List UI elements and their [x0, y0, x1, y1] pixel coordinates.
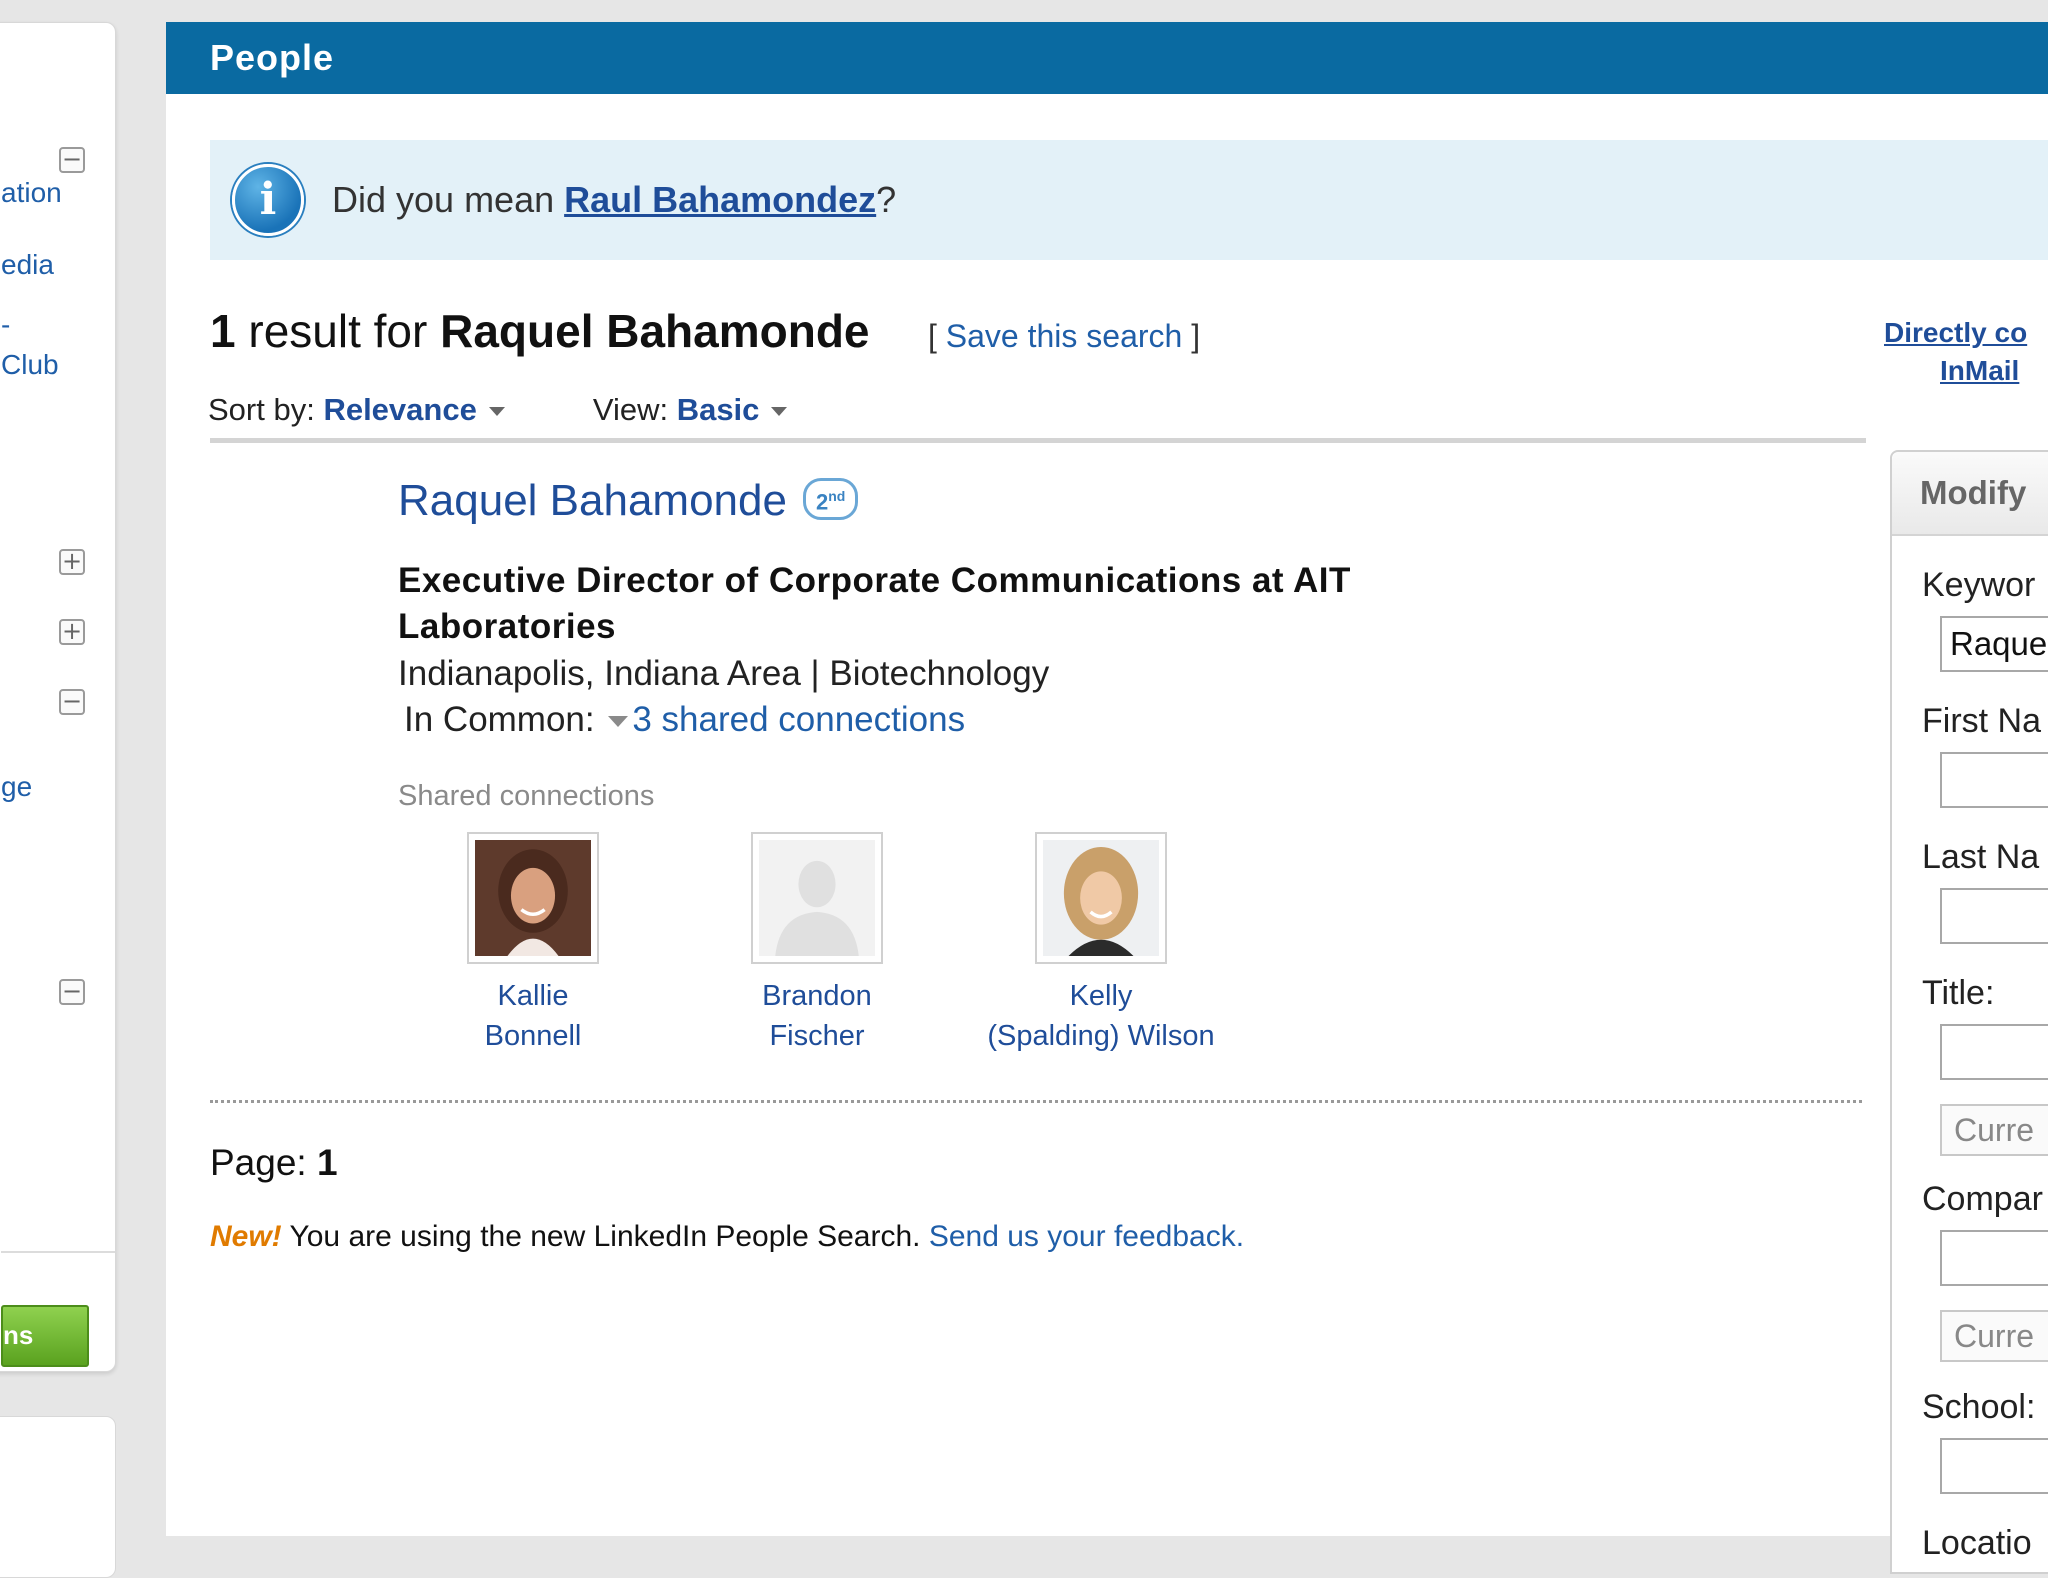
collapse-toggle-icon[interactable]: − [59, 979, 85, 1005]
page-header: People [166, 22, 2048, 94]
view-dropdown[interactable]: Basic [677, 392, 760, 427]
divider [210, 1100, 1862, 1103]
shared-connections-link[interactable]: 3 shared connections [632, 700, 965, 739]
chevron-down-icon[interactable] [488, 407, 505, 417]
modify-search-panel: Modify Keywor First Na Last Na Title: Cu… [1890, 450, 2048, 1574]
avatar[interactable] [751, 832, 883, 964]
keywords-input[interactable] [1940, 616, 2048, 672]
title-input[interactable] [1940, 1024, 2048, 1080]
connection-name-link[interactable]: Kelly (Spalding) Wilson [986, 976, 1216, 1056]
save-search: [ Save this search ] [928, 318, 1201, 354]
collapse-toggle-icon[interactable]: − [59, 147, 85, 173]
sidebar-link-2[interactable]: edia [1, 245, 54, 285]
first-name-input[interactable] [1940, 752, 2048, 808]
avatar[interactable] [1035, 832, 1167, 964]
result-summary: 1 result for Raquel Bahamonde [210, 305, 870, 357]
inmail-link[interactable]: Directly co [1884, 317, 2027, 348]
chevron-down-icon[interactable] [608, 716, 629, 728]
degree-badge: 2nd [802, 477, 859, 520]
new-badge: New! [210, 1220, 282, 1253]
expand-toggle-icon[interactable]: + [59, 619, 85, 645]
school-label: School: [1922, 1388, 2036, 1426]
did-you-mean-text: Did you mean Raul Bahamondez? [332, 179, 897, 220]
sidebar-link-4[interactable]: Club [1, 345, 59, 385]
info-icon: i [232, 164, 304, 236]
current-page: 1 [316, 1142, 338, 1183]
company-scope-select[interactable]: Curre [1940, 1310, 2048, 1362]
save-search-link[interactable]: Save this search [946, 318, 1183, 354]
did-you-mean-banner: i Did you mean Raul Bahamondez? [210, 140, 2048, 260]
person-location: Indianapolis, Indiana Area | Biotechnolo… [398, 654, 1050, 693]
person-name-link[interactable]: Raquel Bahamonde [398, 476, 787, 525]
main-panel: People i Did you mean Raul Bahamondez? 1… [166, 22, 2048, 1574]
title-scope-select[interactable]: Curre [1940, 1104, 2048, 1156]
avatar[interactable] [467, 832, 599, 964]
sidebar-link-1[interactable]: ation [1, 173, 62, 213]
sidebar-link-3[interactable]: - [1, 305, 10, 345]
location-label: Locatio [1922, 1524, 2032, 1562]
company-label: Compar [1922, 1180, 2043, 1218]
inmail-link-line2[interactable]: InMail [1940, 355, 2019, 386]
shared-connection-card[interactable]: Kallie Bonnell [418, 832, 648, 1056]
connection-name-link[interactable]: Brandon Fischer [702, 976, 932, 1056]
shared-connection-card[interactable]: Kelly (Spalding) Wilson [986, 832, 1216, 1056]
divider [210, 438, 1866, 443]
school-input[interactable] [1940, 1438, 2048, 1494]
in-common: In Common: 3 shared connections [404, 700, 966, 739]
inmail-promo: Directly co InMail [1884, 314, 2048, 390]
shared-connection-card[interactable]: Brandon Fischer [702, 832, 932, 1056]
keywords-label: Keywor [1922, 566, 2036, 604]
expand-toggle-icon[interactable]: + [59, 549, 85, 575]
feedback-notice: New! You are using the new LinkedIn Peop… [210, 1220, 1245, 1253]
sidebar-green-button[interactable]: ns [1, 1305, 89, 1367]
send-feedback-link[interactable]: Send us your feedback. [929, 1220, 1244, 1253]
first-name-label: First Na [1922, 702, 2041, 740]
shared-connections-label: Shared connections [398, 780, 655, 812]
title-label: Title: [1922, 974, 1995, 1012]
pagination: Page: 1 [210, 1142, 338, 1183]
default-avatar-icon [759, 840, 875, 956]
sort-bar: Sort by: Relevance View: Basic [208, 392, 788, 428]
person-headline: Executive Director of Corporate Communic… [398, 561, 1351, 646]
last-name-label: Last Na [1922, 838, 2040, 876]
modify-search-title: Modify [1892, 452, 2048, 536]
left-sidebar: − ation edia - Club + + − ge − ns [0, 22, 116, 1372]
left-sidebar-lower-box [0, 1416, 116, 1578]
company-input[interactable] [1940, 1230, 2048, 1286]
person-photo-icon [1043, 840, 1159, 956]
collapse-toggle-icon[interactable]: − [59, 689, 85, 715]
suggestion-link[interactable]: Raul Bahamondez [564, 179, 876, 220]
last-name-input[interactable] [1940, 888, 2048, 944]
sidebar-link-5[interactable]: ge [1, 767, 32, 807]
result-item: Raquel Bahamonde 2nd [398, 476, 859, 526]
chevron-down-icon[interactable] [771, 407, 788, 417]
connection-name-link[interactable]: Kallie Bonnell [418, 976, 648, 1056]
person-photo-icon [475, 840, 591, 956]
sidebar-divider [1, 1251, 115, 1253]
sort-dropdown[interactable]: Relevance [323, 392, 476, 427]
